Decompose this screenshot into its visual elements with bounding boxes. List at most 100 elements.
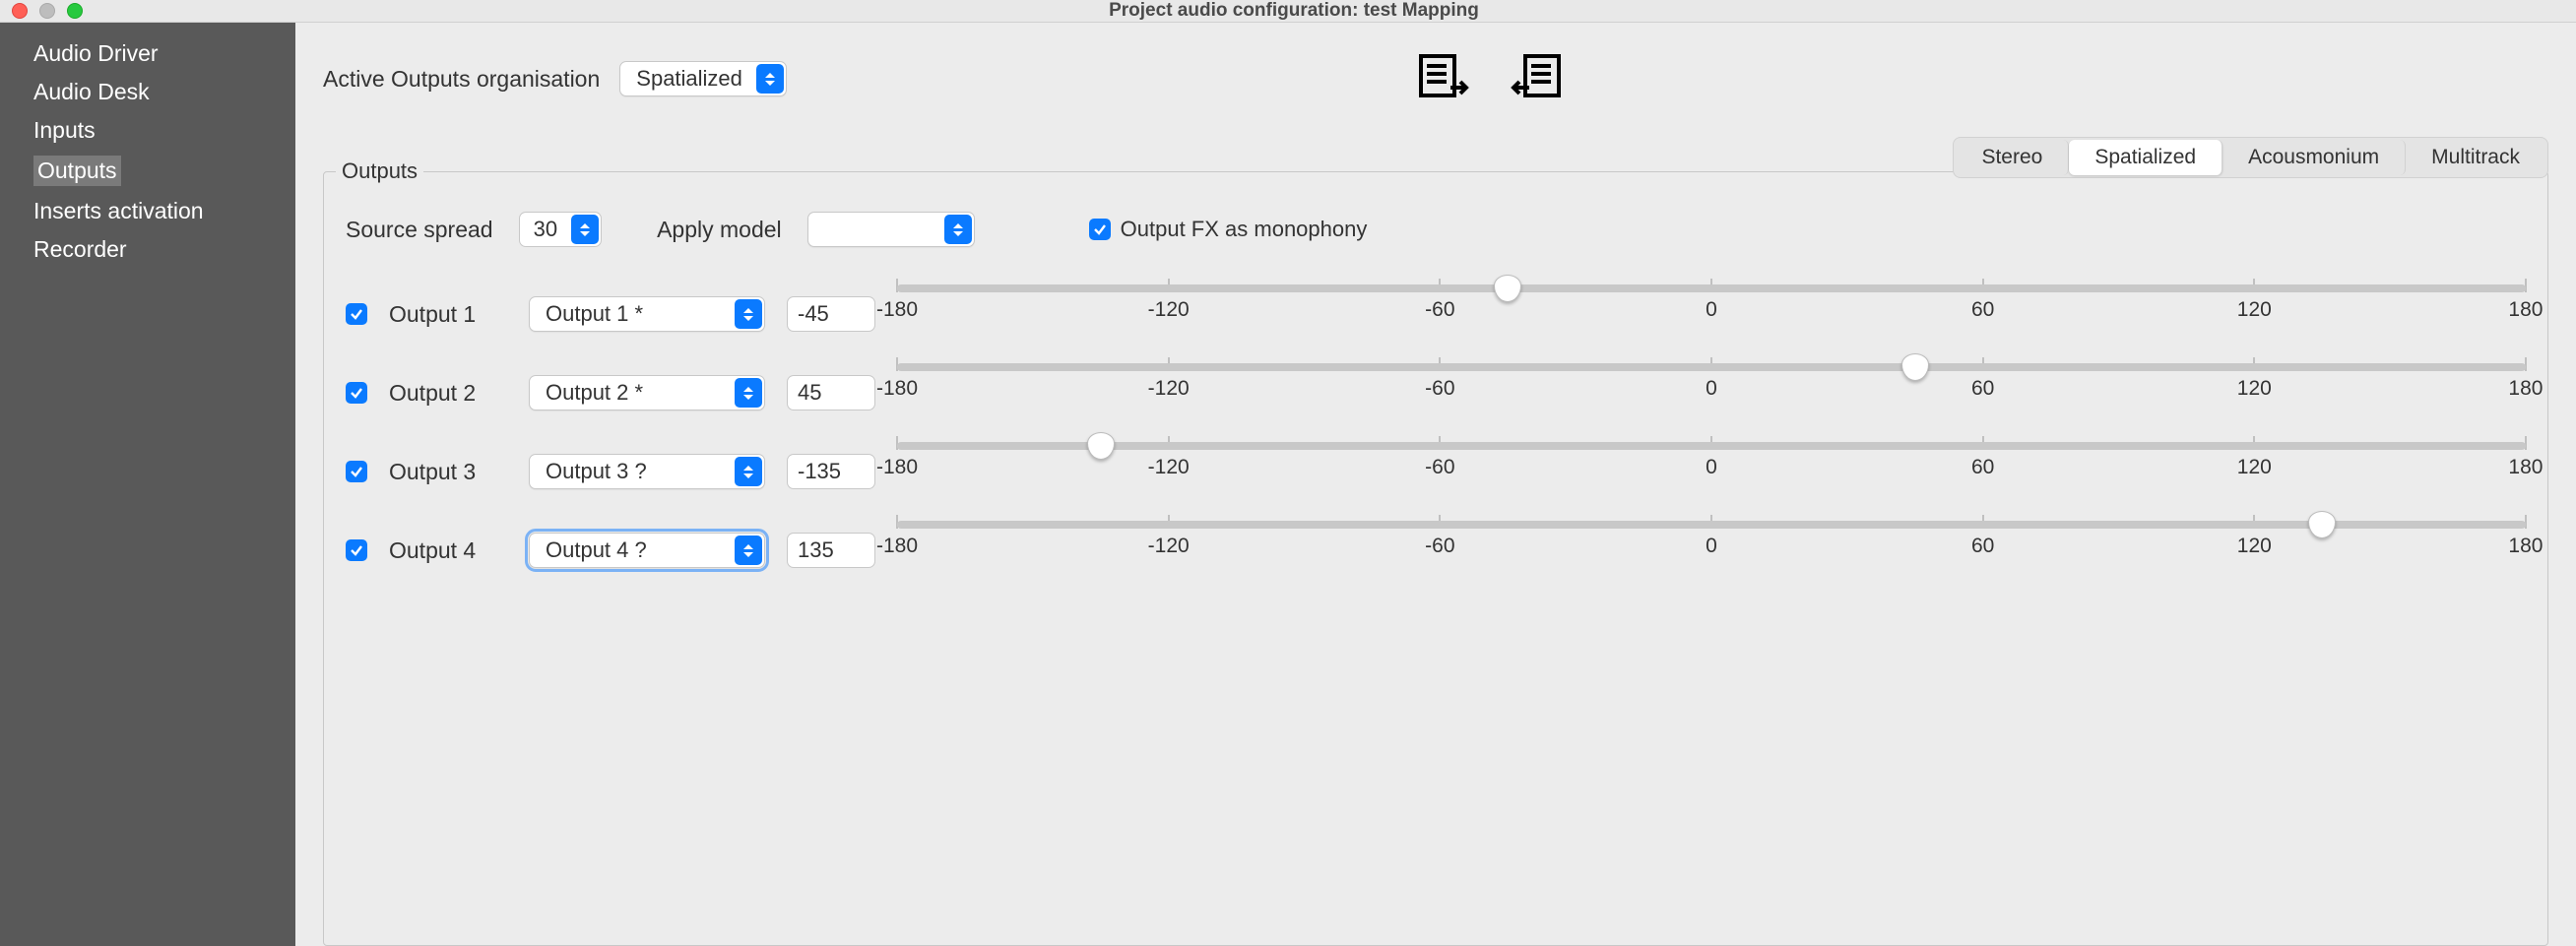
source-spread-value: 30 (534, 217, 557, 242)
output-row: Output 3Output 3 ?-135-180-120-600601201… (346, 454, 2526, 489)
sidebar-item-audio-driver[interactable]: Audio Driver (0, 34, 295, 73)
slider-ticks: -180-120-60060120180 (897, 536, 2526, 558)
sidebar-item-label: Audio Driver (33, 40, 159, 66)
output-enable-checkbox[interactable] (346, 461, 367, 482)
tick-label: 60 (1971, 535, 1994, 558)
window-body: Audio Driver Audio Desk Inputs Outputs Inser… (0, 23, 2576, 946)
io-icon-buttons (1417, 52, 1563, 105)
tick-label: 0 (1706, 377, 1717, 401)
monophony-checkbox-row[interactable]: Output FX as monophony (1089, 217, 1368, 242)
import-button[interactable] (1508, 52, 1563, 105)
output-angle-slider[interactable]: -180-120-60060120180 (897, 284, 2526, 322)
outputs-legend: Outputs (336, 158, 423, 184)
output-rows: Output 1Output 1 *-45-180-120-6006012018… (336, 296, 2536, 568)
sidebar-item-label: Inputs (33, 117, 96, 143)
output-enable-checkbox[interactable] (346, 382, 367, 404)
output-enable-checkbox[interactable] (346, 539, 367, 561)
tick-label: -60 (1425, 456, 1454, 479)
source-spread-input[interactable]: 30 (519, 212, 602, 247)
output-channel-select[interactable]: Output 1 * (529, 296, 765, 332)
top-row: Active Outputs organisation Spatialized (323, 34, 2548, 129)
output-angle-input[interactable]: 45 (787, 375, 875, 410)
slider-track (897, 521, 2526, 529)
output-row: Output 1Output 1 *-45-180-120-6006012018… (346, 296, 2526, 332)
output-angle-slider[interactable]: -180-120-60060120180 (897, 442, 2526, 479)
outputs-fieldset: Outputs Source spread 30 Apply model (323, 158, 2548, 946)
tab-acousmonium[interactable]: Acousmonium (2222, 140, 2406, 175)
tick-label: -120 (1148, 456, 1190, 479)
sidebar-item-outputs[interactable]: Outputs (0, 150, 295, 192)
tick-label: -60 (1425, 298, 1454, 322)
tick-label: 0 (1706, 456, 1717, 479)
slider-thumb[interactable] (1494, 275, 1521, 302)
tick-label: -120 (1148, 298, 1190, 322)
tick-label: -180 (876, 456, 918, 479)
tabs-segmented: StereoSpatializedAcousmoniumMultitrack (1953, 137, 2548, 178)
output-channel-value: Output 1 * (546, 301, 643, 327)
tab-multitrack[interactable]: Multitrack (2406, 140, 2545, 175)
tick-label: 60 (1971, 456, 1994, 479)
tab-spatialized[interactable]: Spatialized (2069, 140, 2222, 175)
slider-thumb[interactable] (1901, 353, 1929, 381)
output-channel-value: Output 4 ? (546, 537, 647, 563)
window-title: Project audio configuration: test Mappin… (24, 0, 2564, 22)
tick-label: -60 (1425, 535, 1454, 558)
check-icon (350, 386, 363, 400)
select-stepper-icon (735, 299, 762, 329)
tick-label: 0 (1706, 298, 1717, 322)
tick-label: 60 (1971, 377, 1994, 401)
output-name-label: Output 4 (389, 537, 507, 564)
tab-stereo[interactable]: Stereo (1956, 140, 2069, 175)
output-angle-input[interactable]: 135 (787, 533, 875, 568)
window: Project audio configuration: test Mappin… (0, 0, 2576, 868)
output-angle-slider[interactable]: -180-120-60060120180 (897, 363, 2526, 401)
select-stepper-icon (735, 378, 762, 408)
sidebar-item-label: Recorder (33, 236, 127, 262)
tick-label: 120 (2237, 298, 2272, 322)
output-name-label: Output 2 (389, 380, 507, 407)
slider-track (897, 363, 2526, 371)
monophony-label: Output FX as monophony (1121, 217, 1368, 242)
slider-ticks: -180-120-60060120180 (897, 379, 2526, 401)
output-channel-select[interactable]: Output 3 ? (529, 454, 765, 489)
apply-model-select[interactable] (807, 212, 975, 247)
output-angle-input[interactable]: -135 (787, 454, 875, 489)
slider-track (897, 442, 2526, 450)
output-angle-input[interactable]: -45 (787, 296, 875, 332)
sidebar-item-audio-desk[interactable]: Audio Desk (0, 73, 295, 111)
slider-thumb[interactable] (2308, 511, 2336, 538)
slider-track (897, 284, 2526, 292)
tick-label: -180 (876, 377, 918, 401)
sidebar-item-recorder[interactable]: Recorder (0, 230, 295, 269)
sidebar-item-label: Audio Desk (33, 79, 150, 104)
monophony-checkbox[interactable] (1089, 219, 1111, 240)
select-stepper-icon (944, 215, 972, 244)
apply-model-label: Apply model (657, 217, 782, 243)
output-angle-slider[interactable]: -180-120-60060120180 (897, 521, 2526, 558)
sidebar-item-inserts-activation[interactable]: Inserts activation (0, 192, 295, 230)
sidebar-item-inputs[interactable]: Inputs (0, 111, 295, 150)
select-stepper-icon (735, 536, 762, 565)
tick-label: 180 (2508, 377, 2543, 401)
output-enable-checkbox[interactable] (346, 303, 367, 325)
sidebar: Audio Driver Audio Desk Inputs Outputs Inser… (0, 23, 295, 946)
output-channel-select[interactable]: Output 4 ? (529, 533, 765, 568)
tick-label: 0 (1706, 535, 1717, 558)
tick-label: 60 (1971, 298, 1994, 322)
slider-thumb[interactable] (1087, 432, 1115, 460)
output-channel-select[interactable]: Output 2 * (529, 375, 765, 410)
export-button[interactable] (1417, 52, 1472, 105)
tick-label: 180 (2508, 298, 2543, 322)
check-icon (350, 543, 363, 557)
tick-label: 120 (2237, 456, 2272, 479)
source-spread-label: Source spread (346, 217, 493, 243)
select-stepper-icon (756, 64, 784, 94)
sidebar-item-label: Outputs (33, 156, 121, 186)
output-row: Output 4Output 4 ?135-180-120-6006012018… (346, 533, 2526, 568)
slider-ticks: -180-120-60060120180 (897, 300, 2526, 322)
check-icon (350, 307, 363, 321)
tick-label: 120 (2237, 535, 2272, 558)
active-outputs-select[interactable]: Spatialized (619, 61, 787, 96)
tick-label: -120 (1148, 535, 1190, 558)
tick-label: 180 (2508, 456, 2543, 479)
